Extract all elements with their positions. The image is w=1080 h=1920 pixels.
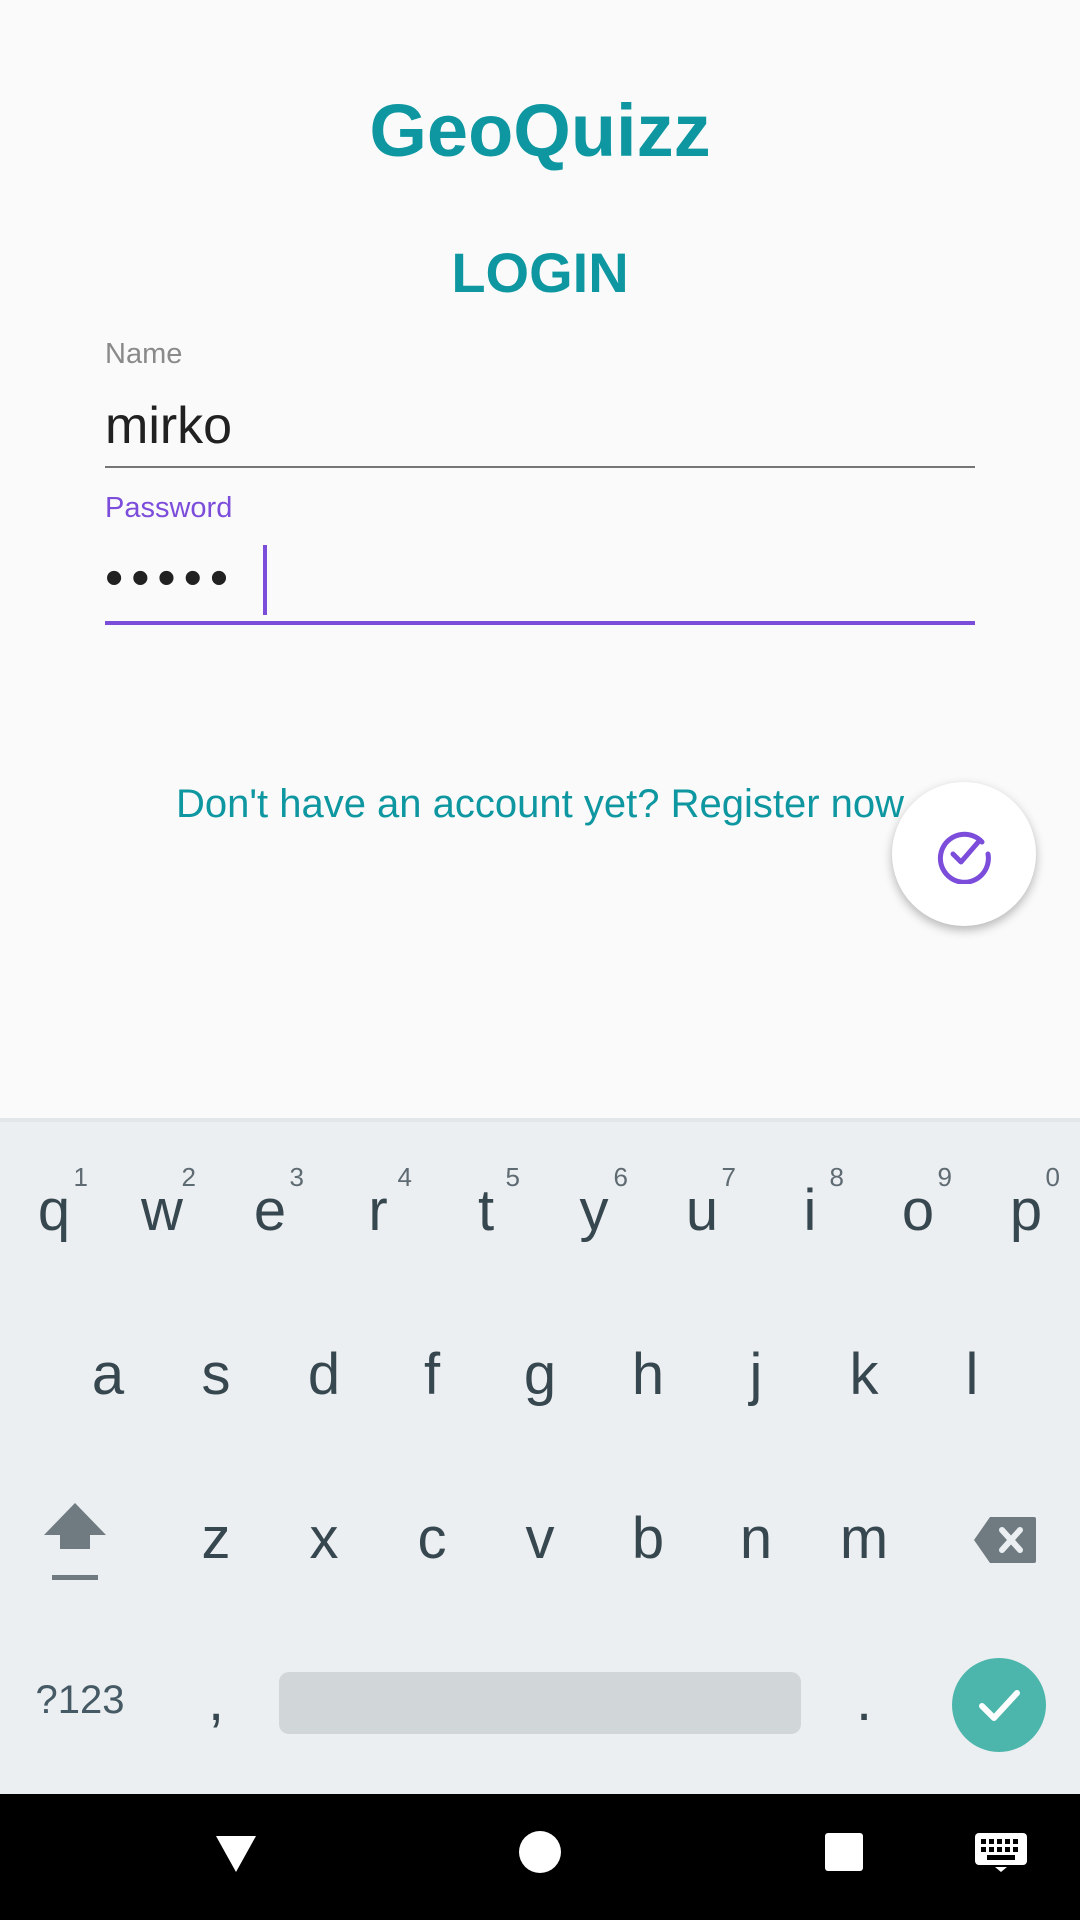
- key-r[interactable]: r4: [324, 1150, 432, 1270]
- name-input-underline: [105, 466, 975, 468]
- shift-key[interactable]: [21, 1480, 129, 1600]
- login-fab-button[interactable]: [892, 782, 1036, 926]
- key-hint-number: 5: [505, 1162, 520, 1192]
- key-t[interactable]: t5: [432, 1150, 540, 1270]
- key-p[interactable]: p0: [972, 1150, 1080, 1270]
- key-label: p: [1009, 1177, 1043, 1243]
- key-j[interactable]: j: [702, 1314, 810, 1434]
- recents-square-icon[interactable]: [824, 1832, 864, 1872]
- key-hint-number: 0: [1045, 1162, 1060, 1192]
- key-label: u: [685, 1177, 719, 1243]
- key-label: r: [368, 1177, 388, 1243]
- navigation-bar: [0, 1794, 1080, 1920]
- key-label: w: [141, 1177, 183, 1243]
- key-k[interactable]: k: [810, 1314, 918, 1434]
- key-w[interactable]: w2: [108, 1150, 216, 1270]
- key-z[interactable]: z: [162, 1478, 270, 1598]
- key-hint-number: 3: [289, 1162, 304, 1192]
- key-label: t: [477, 1177, 495, 1243]
- shift-arrow-icon: [44, 1503, 106, 1580]
- key-label: i: [803, 1177, 817, 1243]
- key-n[interactable]: n: [702, 1478, 810, 1598]
- check-circle-icon: [937, 831, 991, 884]
- name-input[interactable]: mirko: [105, 396, 232, 456]
- key-d[interactable]: d: [270, 1314, 378, 1434]
- key-v[interactable]: v: [486, 1478, 594, 1598]
- key-f[interactable]: f: [378, 1314, 486, 1434]
- key-g[interactable]: g: [486, 1314, 594, 1434]
- key-label: o: [901, 1177, 935, 1243]
- soft-keyboard: q1w2e3r4t5y6u7i8o9p0 asdfghjkl zxcvbnm ?…: [0, 1118, 1080, 1794]
- key-hint-number: 6: [613, 1162, 628, 1192]
- key-m[interactable]: m: [810, 1478, 918, 1598]
- key-l[interactable]: l: [918, 1314, 1026, 1434]
- key-label: e: [253, 1177, 287, 1243]
- backspace-key[interactable]: [951, 1480, 1059, 1600]
- key-s[interactable]: s: [162, 1314, 270, 1434]
- space-bar[interactable]: [279, 1672, 801, 1734]
- period-key[interactable]: .: [810, 1640, 918, 1760]
- login-heading: LOGIN: [451, 241, 629, 304]
- key-hint-number: 8: [829, 1162, 844, 1192]
- key-label: q: [37, 1177, 71, 1243]
- key-x[interactable]: x: [270, 1478, 378, 1598]
- key-hint-number: 9: [937, 1162, 952, 1192]
- app-title: GeoQuizz: [369, 89, 711, 172]
- key-a[interactable]: a: [54, 1314, 162, 1434]
- key-hint-number: 7: [721, 1162, 736, 1192]
- key-o[interactable]: o9: [864, 1150, 972, 1270]
- home-circle-icon[interactable]: [518, 1830, 562, 1874]
- key-e[interactable]: e3: [216, 1150, 324, 1270]
- comma-key[interactable]: ,: [162, 1640, 270, 1760]
- back-triangle-icon[interactable]: [212, 1830, 260, 1878]
- key-hint-number: 1: [73, 1162, 88, 1192]
- key-label: y: [579, 1177, 609, 1243]
- symbols-key[interactable]: ?123: [0, 1640, 160, 1760]
- key-c[interactable]: c: [378, 1478, 486, 1598]
- password-input-underline: [105, 621, 975, 625]
- password-input[interactable]: •••••: [105, 548, 236, 608]
- key-hint-number: 2: [181, 1162, 196, 1192]
- key-y[interactable]: y6: [540, 1150, 648, 1270]
- key-hint-number: 4: [397, 1162, 412, 1192]
- key-i[interactable]: i8: [756, 1150, 864, 1270]
- key-b[interactable]: b: [594, 1478, 702, 1598]
- password-field-label: Password: [105, 492, 233, 524]
- key-q[interactable]: q1: [0, 1150, 108, 1270]
- enter-key[interactable]: [952, 1658, 1046, 1752]
- text-cursor: [263, 545, 267, 615]
- key-h[interactable]: h: [594, 1314, 702, 1434]
- backspace-icon: [974, 1517, 1036, 1563]
- name-field-label: Name: [105, 338, 183, 370]
- keyboard-switch-icon[interactable]: [974, 1832, 1028, 1872]
- key-u[interactable]: u7: [648, 1150, 756, 1270]
- check-icon: [979, 1690, 1020, 1721]
